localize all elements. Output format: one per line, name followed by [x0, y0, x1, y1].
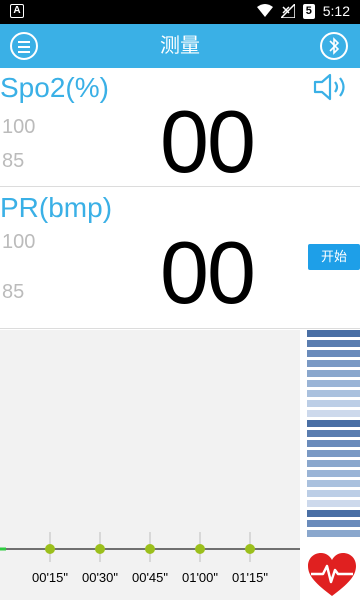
pr-value: 00	[160, 223, 256, 322]
status-icons: 5 5:12	[256, 3, 350, 19]
pr-section: PR(bmp) 100 85 00	[0, 187, 360, 327]
intensity-bar	[307, 400, 360, 407]
pr-label: PR(bmp)	[0, 192, 113, 223]
intensity-bar	[307, 340, 360, 347]
spo2-upper-limit: 100	[2, 116, 36, 138]
speaker-icon[interactable]	[312, 72, 350, 102]
signal-strength-bars	[307, 330, 360, 544]
time-label: 01'15"	[231, 570, 269, 585]
waveform-axis	[0, 532, 300, 562]
page-title: 测量	[160, 35, 200, 57]
intensity-bar	[307, 510, 360, 517]
time-marker	[245, 544, 255, 554]
title-bar: 测量	[0, 24, 360, 68]
time-marker	[145, 544, 155, 554]
intensity-bar	[307, 410, 360, 417]
clock-time: 5:12	[322, 3, 350, 19]
section-divider	[0, 328, 360, 329]
time-marker	[95, 544, 105, 554]
intensity-bar	[307, 380, 360, 387]
spo2-label: Spo2(%)	[0, 72, 109, 103]
notification-a-icon: A	[10, 4, 24, 18]
spo2-lower-limit: 85	[2, 150, 25, 172]
heart-pulse-icon	[308, 553, 356, 596]
spo2-section: Spo2(%) 100 85 00	[0, 68, 360, 186]
time-marker	[195, 544, 205, 554]
intensity-bar	[307, 470, 360, 477]
waveform-chart: 00'15" 00'30" 00'45" 01'00" 01'15"	[0, 330, 300, 600]
intensity-bar	[307, 390, 360, 397]
time-label: 01'00"	[181, 570, 219, 585]
intensity-bar	[307, 460, 360, 467]
intensity-bar	[307, 530, 360, 537]
time-marker	[45, 544, 55, 554]
signal-icon	[280, 4, 295, 18]
intensity-bar	[307, 450, 360, 457]
time-label: 00'30"	[81, 570, 119, 585]
intensity-bar	[307, 360, 360, 367]
intensity-bar	[307, 500, 360, 507]
intensity-bar	[307, 350, 360, 357]
spo2-value: 00	[160, 92, 256, 191]
intensity-bar	[307, 440, 360, 447]
battery-icon: 5	[302, 3, 315, 19]
time-label: 00'45"	[131, 570, 169, 585]
bluetooth-icon[interactable]	[320, 32, 348, 60]
intensity-bar	[307, 520, 360, 527]
start-button[interactable]: 开始	[308, 244, 360, 270]
pr-upper-limit: 100	[2, 231, 36, 253]
intensity-bar	[307, 330, 360, 337]
intensity-bar	[307, 430, 360, 437]
intensity-bar	[307, 480, 360, 487]
intensity-bar	[307, 420, 360, 427]
intensity-bar	[307, 490, 360, 497]
intensity-bar	[307, 370, 360, 377]
time-label: 00'15"	[31, 570, 69, 585]
pr-lower-limit: 85	[2, 281, 25, 303]
wifi-icon	[256, 4, 273, 17]
status-bar: A 5 5:12	[0, 0, 360, 24]
